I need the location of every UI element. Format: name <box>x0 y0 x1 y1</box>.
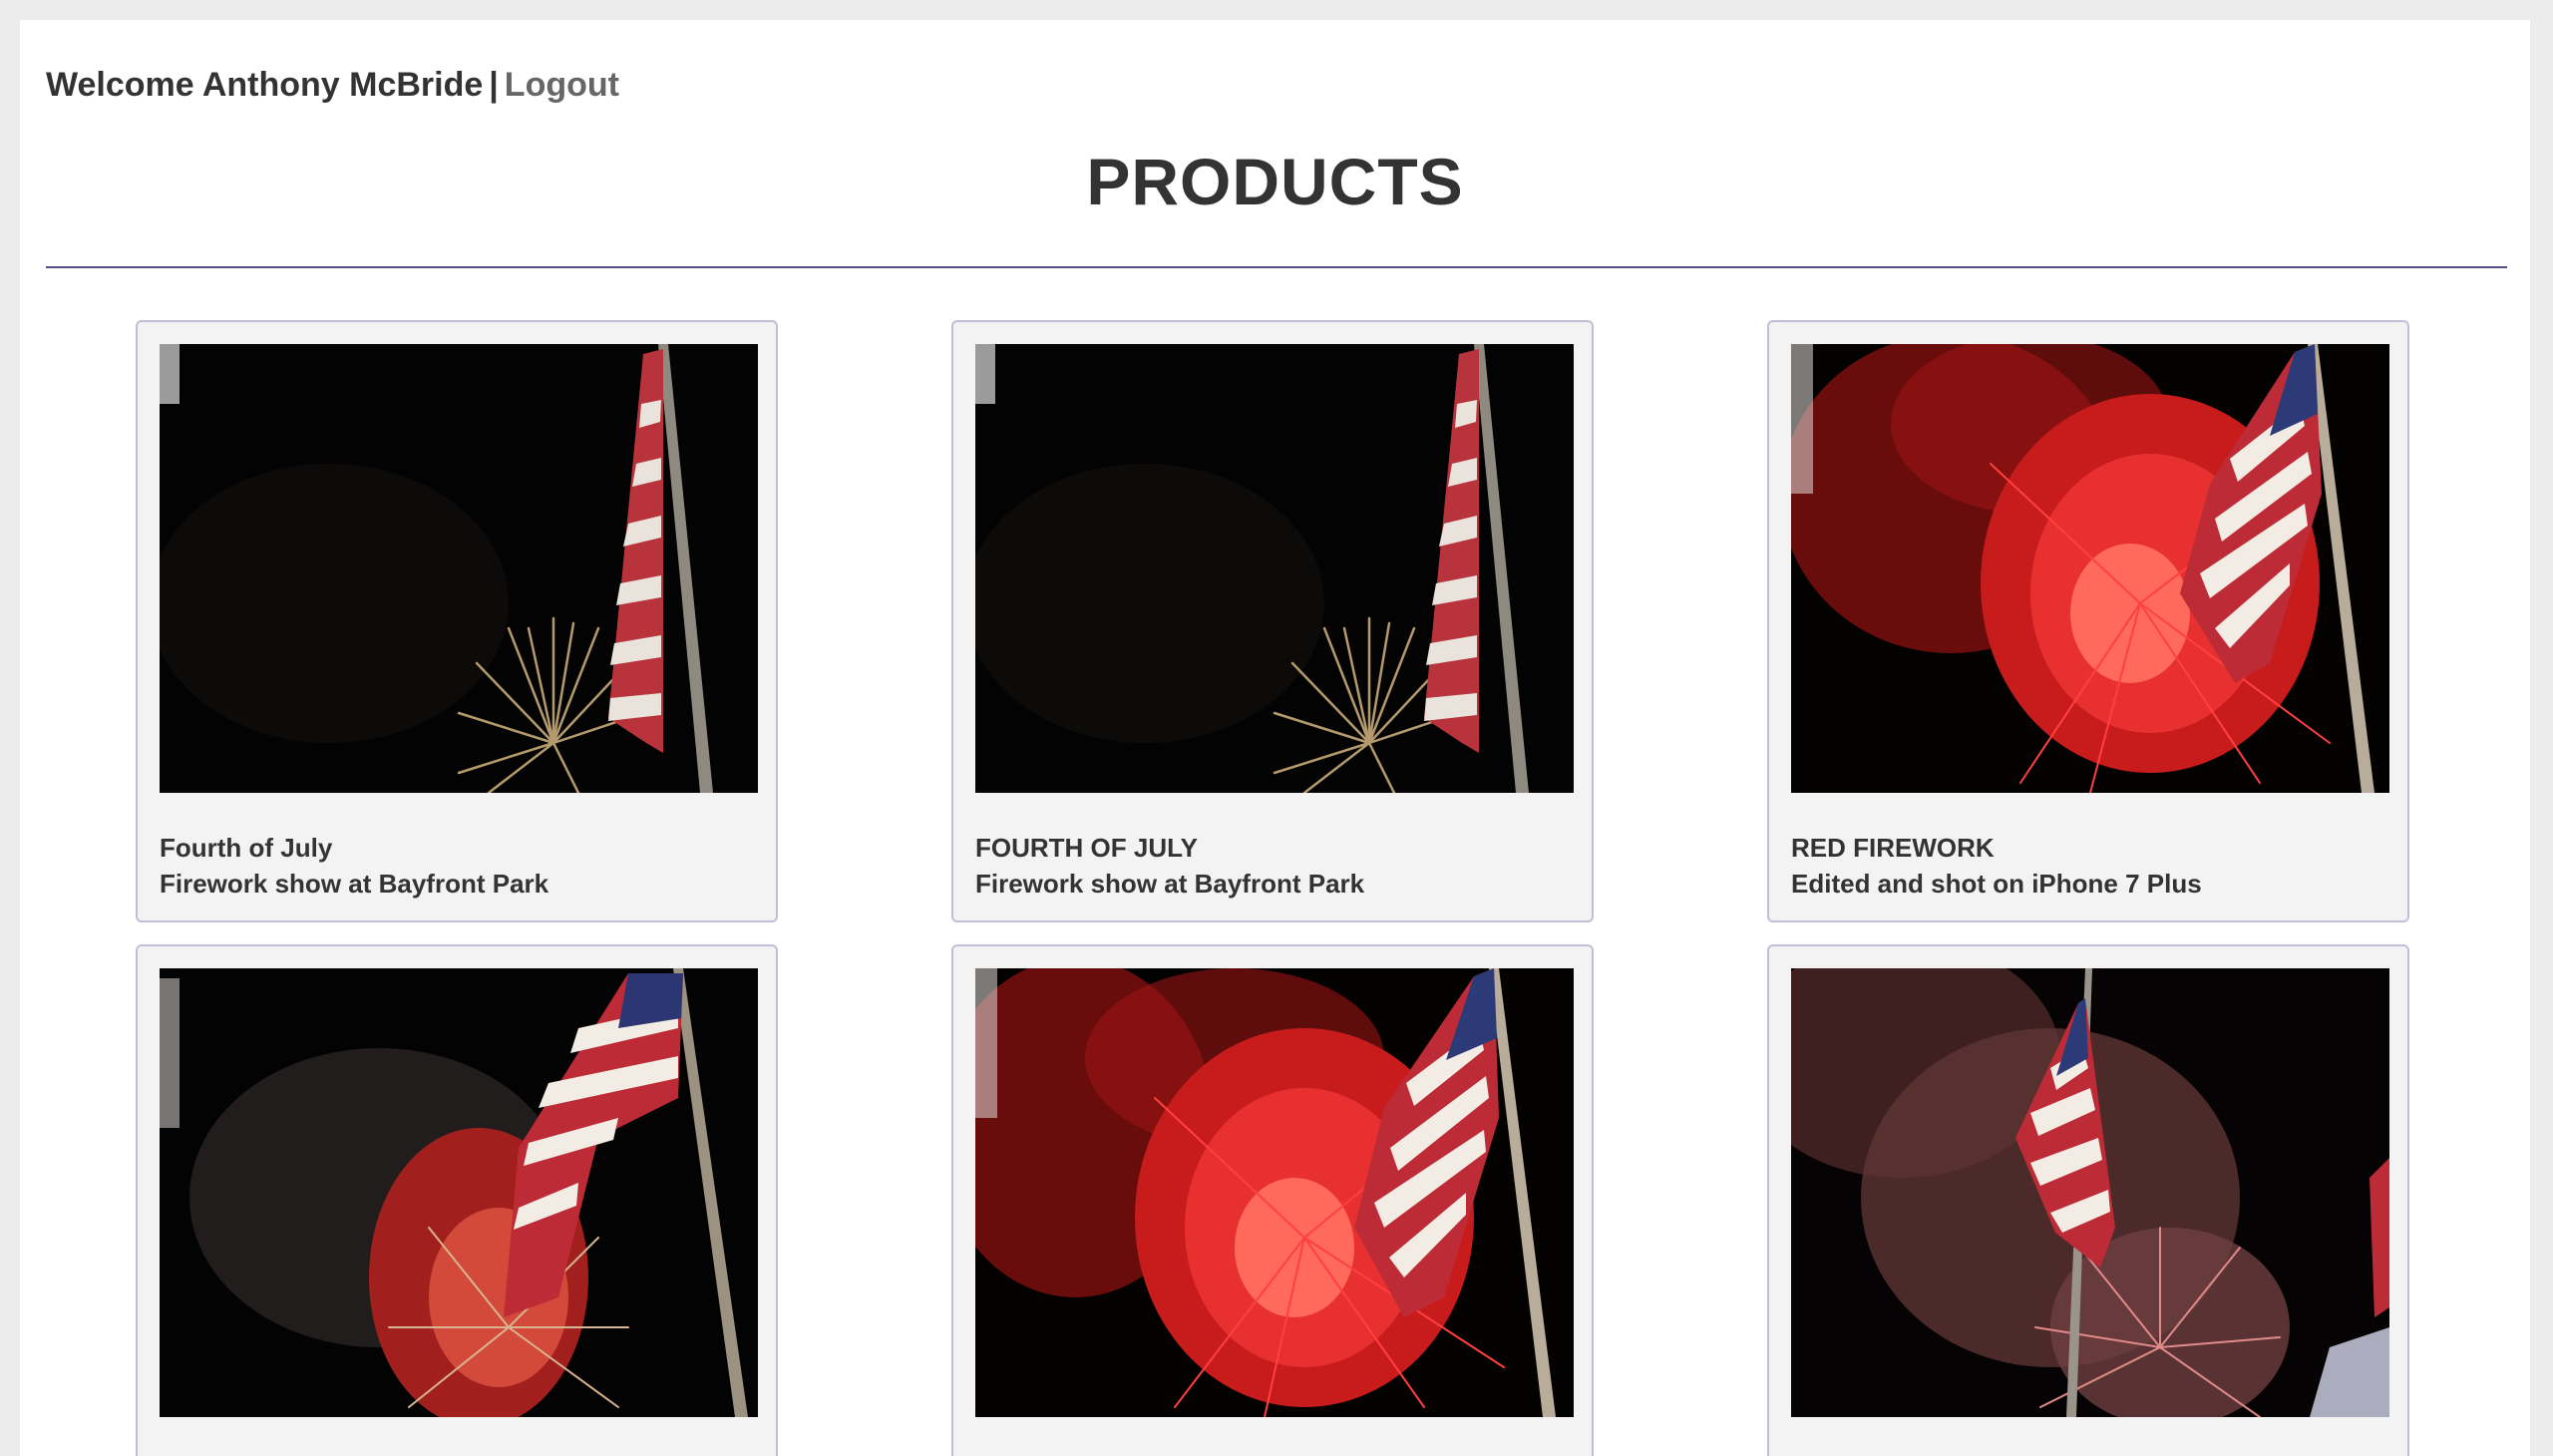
product-description: Firework show at Bayfront Park <box>160 869 549 899</box>
product-card[interactable] <box>1767 944 2409 1456</box>
flag-golden-firework-photo-icon <box>160 344 758 793</box>
welcome-text: Welcome Anthony McBride <box>46 66 484 104</box>
product-title: RED FIREWORK <box>1791 833 1995 863</box>
page-title: PRODUCTS <box>1086 145 1464 218</box>
product-image[interactable] <box>1791 968 2389 1417</box>
product-card[interactable] <box>951 944 1594 1456</box>
product-image[interactable] <box>975 344 1574 793</box>
product-title: FOURTH OF JULY <box>975 833 1198 863</box>
flag-red-smoke-firework-photo-icon <box>160 968 758 1417</box>
header-separator: | <box>489 66 499 104</box>
product-title: Fourth of July <box>160 833 333 863</box>
product-image[interactable] <box>975 968 1574 1417</box>
flag-golden-firework-photo-icon <box>975 344 1574 793</box>
product-description: Firework show at Bayfront Park <box>975 869 1365 899</box>
product-description: Edited and shot on iPhone 7 Plus <box>1791 869 2202 899</box>
product-image[interactable] <box>1791 344 2389 793</box>
page-container: Welcome Anthony McBride | Logout PRODUCTS <box>20 20 2530 1456</box>
product-card[interactable] <box>136 944 778 1456</box>
flag-pink-firework-photo-icon <box>1791 968 2389 1417</box>
title-divider <box>46 266 2507 268</box>
flag-red-firework-photo-icon <box>975 968 1574 1417</box>
product-card[interactable]: FOURTH OF JULY Firework show at Bayfront… <box>951 320 1594 922</box>
flag-red-firework-photo-icon <box>1791 344 2389 793</box>
product-card[interactable]: Fourth of July Firework show at Bayfront… <box>136 320 778 922</box>
logout-link[interactable]: Logout <box>505 66 619 104</box>
product-card[interactable]: RED FIREWORK Edited and shot on iPhone 7… <box>1767 320 2409 922</box>
welcome-bar: Welcome Anthony McBride | Logout <box>46 66 619 105</box>
product-image[interactable] <box>160 968 758 1417</box>
product-image[interactable] <box>160 344 758 793</box>
